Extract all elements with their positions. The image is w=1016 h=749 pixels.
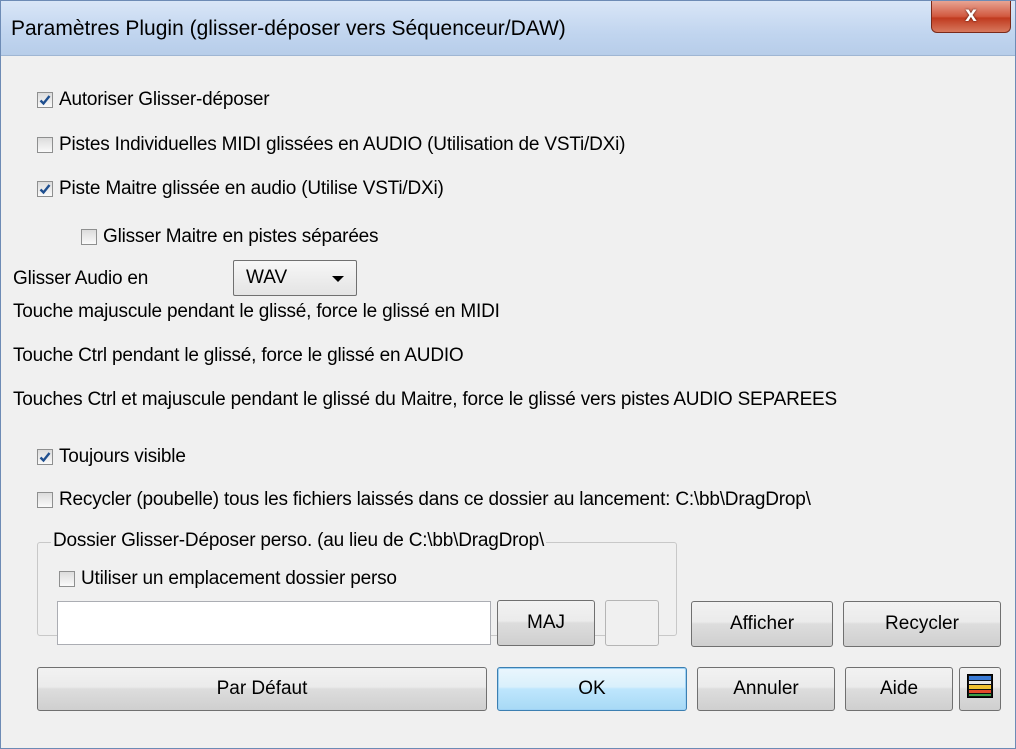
master-track-audio-checkbox[interactable] [37, 181, 53, 197]
always-visible-option[interactable]: Toujours visible [37, 446, 186, 468]
title-bar[interactable]: Paramètres Plugin (glisser-déposer vers … [1, 1, 1015, 56]
allow-drag-drop-label: Autoriser Glisser-déposer [59, 89, 270, 110]
master-separate-tracks-label: Glisser Maitre en pistes séparées [103, 226, 379, 247]
always-visible-label: Toujours visible [59, 446, 186, 467]
always-visible-checkbox[interactable] [37, 449, 53, 465]
dialog-content: Autoriser Glisser-déposer Pistes Individ… [1, 56, 1015, 748]
show-button[interactable]: Afficher [691, 601, 833, 647]
allow-drag-drop-option[interactable]: Autoriser Glisser-déposer [37, 89, 270, 111]
ctrl-shift-drag-info: Touches Ctrl et majuscule pendant le gli… [13, 389, 838, 410]
master-separate-tracks-checkbox[interactable] [81, 229, 97, 245]
spectrum-icon [967, 674, 993, 704]
individual-tracks-audio-option[interactable]: Pistes Individuelles MIDI glissées en AU… [37, 134, 625, 156]
close-button[interactable]: x [931, 1, 1011, 33]
recycle-button[interactable]: Recycler [843, 601, 1001, 647]
master-track-audio-option[interactable]: Piste Maitre glissée en audio (Utilise V… [37, 178, 444, 200]
ctrl-drag-info: Touche Ctrl pendant le glissé, force le … [13, 345, 464, 366]
recycle-files-option[interactable]: Recycler (poubelle) tous les fichiers la… [37, 489, 811, 511]
use-custom-folder-option[interactable]: Utiliser un emplacement dossier perso [59, 568, 397, 590]
ok-button[interactable]: OK [497, 667, 687, 711]
blank-button[interactable] [605, 600, 659, 646]
help-button[interactable]: Aide [845, 667, 953, 711]
window-title: Paramètres Plugin (glisser-déposer vers … [11, 17, 566, 40]
custom-folder-path-input[interactable] [57, 601, 491, 645]
audio-format-label: Glisser Audio en [13, 268, 149, 289]
default-button[interactable]: Par Défaut [37, 667, 487, 711]
individual-tracks-audio-label: Pistes Individuelles MIDI glissées en AU… [59, 134, 626, 155]
master-separate-tracks-option[interactable]: Glisser Maitre en pistes séparées [81, 226, 379, 248]
recycle-files-checkbox[interactable] [37, 492, 53, 508]
plugin-settings-dialog: Paramètres Plugin (glisser-déposer vers … [0, 0, 1016, 749]
use-custom-folder-label: Utiliser un emplacement dossier perso [81, 568, 397, 589]
settings-button[interactable] [959, 667, 1001, 711]
master-track-audio-label: Piste Maitre glissée en audio (Utilise V… [59, 178, 444, 199]
individual-tracks-audio-checkbox[interactable] [37, 137, 53, 153]
cancel-button[interactable]: Annuler [697, 667, 835, 711]
chevron-down-icon [332, 276, 344, 282]
shift-drag-info: Touche majuscule pendant le glissé, forc… [13, 301, 500, 322]
recycle-files-label: Recycler (poubelle) tous les fichiers la… [59, 489, 811, 510]
audio-format-value: WAV [246, 267, 288, 288]
allow-drag-drop-checkbox[interactable] [37, 92, 53, 108]
maj-button[interactable]: MAJ [497, 600, 595, 646]
custom-folder-group-title: Dossier Glisser-Déposer perso. (au lieu … [51, 530, 547, 552]
close-icon: x [965, 3, 977, 26]
use-custom-folder-checkbox[interactable] [59, 571, 75, 587]
audio-format-select[interactable]: WAV [233, 260, 357, 296]
